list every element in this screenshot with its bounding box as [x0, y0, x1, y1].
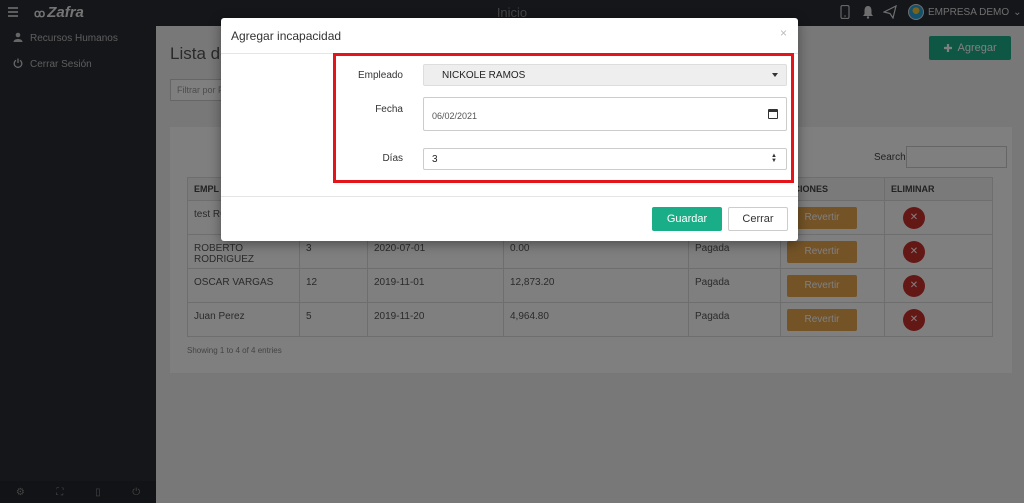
days-value: 3: [432, 154, 438, 165]
save-button[interactable]: Guardar: [652, 207, 722, 231]
date-label: Fecha: [375, 104, 403, 115]
employee-select[interactable]: NICKOLE RAMOS: [423, 64, 787, 86]
modal-header: Agregar incapacidad ×: [221, 18, 798, 54]
spinner-icon[interactable]: ▲ ▼: [771, 153, 777, 164]
calendar-icon[interactable]: [768, 109, 778, 119]
date-input[interactable]: 06/02/2021: [423, 97, 787, 131]
employee-label: Empleado: [357, 70, 403, 81]
days-input[interactable]: 3 ▲ ▼: [423, 148, 787, 170]
date-value: 06/02/2021: [432, 111, 478, 121]
days-label: Días: [382, 153, 403, 164]
close-button[interactable]: Cerrar: [728, 207, 788, 231]
modal-title: Agregar incapacidad: [231, 29, 342, 43]
caret-down-icon: [772, 73, 778, 77]
employee-selected-value: NICKOLE RAMOS: [442, 70, 526, 81]
close-icon[interactable]: ×: [780, 26, 787, 40]
agregar-incapacidad-modal: Agregar incapacidad × Empleado NICKOLE R…: [221, 18, 798, 241]
